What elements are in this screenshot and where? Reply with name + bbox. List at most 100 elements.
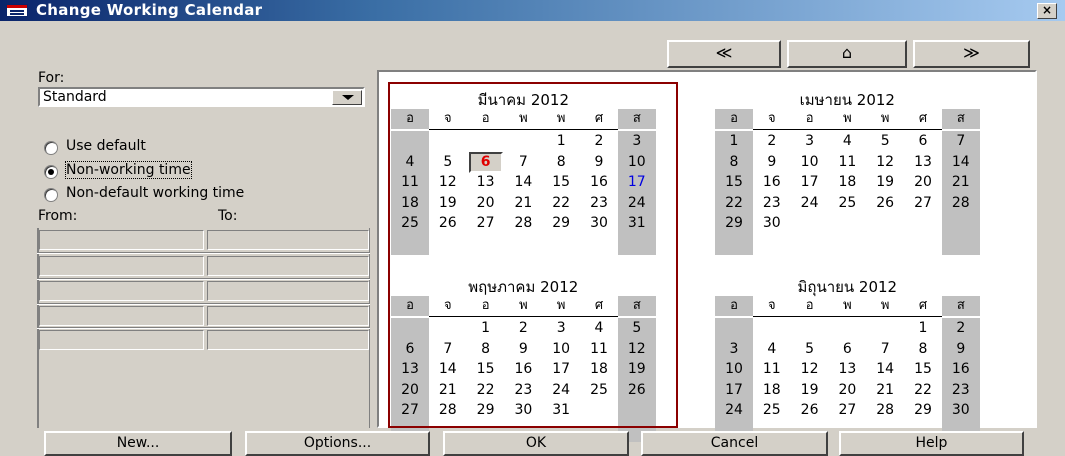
calendar-day[interactable]: 10 [617,151,656,173]
from-field[interactable] [39,230,204,250]
from-field[interactable] [39,281,204,301]
radio-nondefault[interactable] [44,188,58,202]
calendar-day[interactable]: 3 [715,338,753,360]
calendar-day[interactable]: 29 [715,213,753,234]
calendar-day[interactable]: 30 [753,213,791,234]
calendar-day[interactable]: 22 [715,192,753,214]
calendar-day[interactable]: 15 [904,359,942,380]
calendar-day[interactable]: 16 [753,172,791,193]
calendar-day[interactable]: 16 [941,359,980,380]
calendar-day[interactable]: 30 [504,400,542,421]
calendar-day[interactable]: 25 [580,380,618,401]
calendar-day[interactable]: 4 [828,131,866,152]
calendar-day[interactable]: 14 [941,151,980,173]
calendar-day[interactable]: 26 [866,193,904,214]
to-field[interactable] [207,230,369,250]
calendar-day[interactable]: 27 [467,213,505,234]
calendar-day[interactable]: 11 [828,152,866,173]
calendar-day[interactable]: 31 [542,400,580,421]
calendar-day[interactable]: 28 [866,400,904,421]
calendar-day[interactable]: 17 [542,359,580,380]
calendar-day[interactable]: 8 [542,152,580,173]
today-button[interactable]: ⌂ [787,40,907,68]
calendar-day[interactable]: 11 [580,339,618,360]
calendar-day[interactable]: 12 [791,359,829,380]
calendar-day[interactable]: 22 [467,380,505,401]
radio-use-default-label[interactable]: Use default [66,138,146,154]
calendar-day[interactable]: 24 [542,380,580,401]
calendar-day[interactable]: 7 [504,152,542,173]
calendar-day[interactable]: 25 [828,193,866,214]
calendar-day[interactable]: 12 [429,172,467,193]
calendar-day[interactable]: 6 [467,151,505,173]
radio-use-default[interactable] [44,141,58,155]
calendar-day[interactable]: 2 [753,131,791,152]
calendar-day[interactable]: 22 [542,193,580,214]
calendar-select[interactable]: Standard [38,87,365,107]
calendar-day[interactable]: 2 [941,318,980,339]
calendar-day[interactable]: 5 [429,152,467,173]
calendar-day[interactable]: 6 [391,338,429,360]
calendar-day[interactable]: 23 [504,380,542,401]
calendar-day[interactable]: 13 [467,172,505,193]
calendar-day[interactable]: 10 [791,152,829,173]
calendar-day[interactable]: 4 [391,151,429,173]
calendar-day[interactable]: 28 [504,213,542,234]
cancel-button[interactable]: Cancel [641,431,828,456]
calendar-day[interactable]: 14 [429,359,467,380]
calendar-day[interactable]: 12 [866,152,904,173]
calendar-day[interactable]: 5 [866,131,904,152]
calendar-day[interactable]: 24 [791,193,829,214]
calendar-day[interactable]: 17 [715,379,753,401]
calendar-day[interactable]: 17 [617,172,656,193]
calendar-day[interactable]: 16 [504,359,542,380]
calendar-day[interactable]: 7 [866,339,904,360]
calendar-day[interactable]: 10 [715,359,753,380]
calendar-day[interactable]: 23 [941,379,980,401]
calendar-day[interactable]: 23 [753,193,791,214]
calendar-day[interactable]: 29 [904,400,942,421]
calendar-day[interactable]: 13 [904,152,942,173]
chevron-down-icon[interactable] [332,90,362,105]
calendar-day[interactable]: 20 [391,379,429,401]
to-field[interactable] [207,256,369,276]
calendar-day[interactable]: 2 [504,318,542,339]
calendar-day[interactable]: 21 [866,380,904,401]
to-field[interactable] [207,281,369,301]
calendar-day[interactable]: 29 [467,400,505,421]
to-field[interactable] [207,306,369,326]
calendar-day[interactable]: 9 [941,338,980,360]
calendar-day[interactable]: 4 [580,318,618,339]
calendar-day[interactable]: 27 [391,400,429,421]
calendar-day[interactable]: 26 [429,213,467,234]
calendar-day[interactable]: 8 [467,339,505,360]
calendar-day[interactable]: 12 [617,338,656,360]
calendar-day[interactable]: 13 [828,359,866,380]
calendar-day[interactable]: 20 [828,380,866,401]
calendar-day[interactable]: 1 [715,131,753,152]
calendar-day[interactable]: 3 [617,131,656,152]
calendar-day[interactable]: 14 [504,172,542,193]
calendar-day[interactable]: 19 [791,380,829,401]
calendar-day[interactable]: 25 [391,213,429,234]
calendar-day[interactable]: 13 [391,359,429,380]
calendar-day[interactable]: 20 [467,193,505,214]
calendar-day[interactable]: 14 [866,359,904,380]
radio-nonworking-label[interactable]: Non-working time [65,161,192,179]
calendar-day[interactable]: 3 [542,318,580,339]
calendar-day[interactable]: 11 [753,359,791,380]
calendar-day[interactable]: 30 [580,213,618,234]
calendar-day[interactable]: 1 [542,131,580,152]
calendar-day[interactable]: 19 [429,193,467,214]
calendar-day[interactable]: 30 [941,400,980,421]
calendar-day[interactable]: 18 [391,192,429,214]
prev-month-button[interactable]: ≪ [667,40,781,68]
calendar-day[interactable]: 9 [753,152,791,173]
calendar-day[interactable]: 24 [715,400,753,421]
from-field[interactable] [39,256,204,276]
help-button[interactable]: Help [839,431,1024,456]
calendar-day[interactable]: 28 [429,400,467,421]
calendar-day[interactable]: 4 [753,339,791,360]
calendar-day[interactable]: 20 [904,172,942,193]
calendar-day[interactable]: 18 [828,172,866,193]
